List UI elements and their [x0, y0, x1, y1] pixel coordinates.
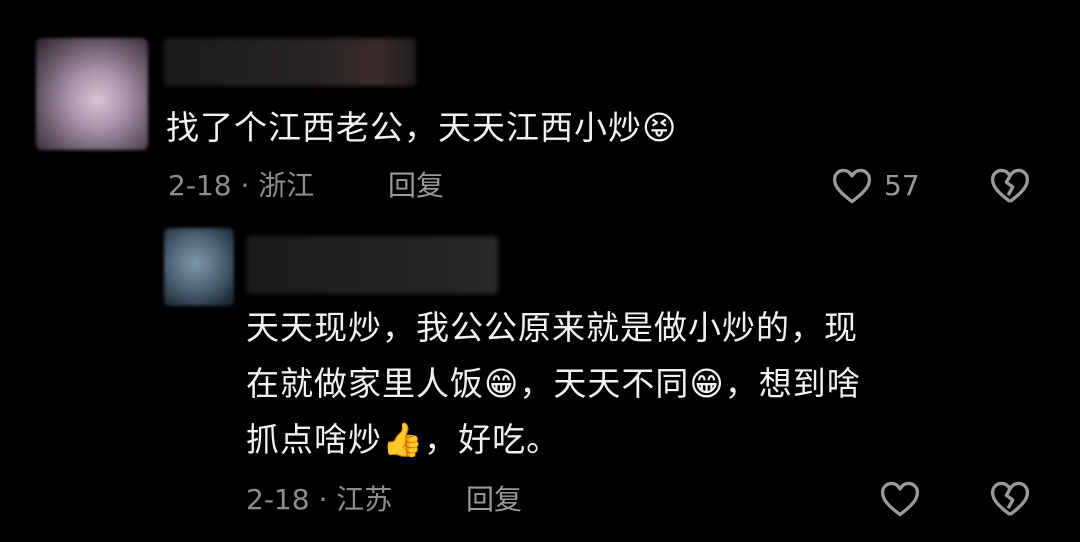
reply-comment-text: 天天现炒，我公公原来就是做小炒的，现 在就做家里人饭😁，天天不同😁，想到啥 抓点… [246, 308, 861, 459]
like-count: 57 [884, 169, 920, 202]
commenter-name-blurred[interactable] [164, 38, 416, 86]
heart-outline-icon[interactable] [878, 477, 922, 521]
reply-button[interactable]: 回复 [388, 166, 444, 206]
reply-commenter-name-blurred[interactable] [246, 236, 498, 294]
reply-commenter-avatar[interactable] [164, 228, 234, 306]
comment-date-location: 2-18 · 浙江 [168, 169, 315, 202]
broken-heart-icon[interactable] [988, 477, 1032, 521]
comment-text: 找了个江西老公，天天江西小炒😝 [166, 108, 678, 147]
commenter-avatar[interactable] [36, 38, 148, 150]
reply-button[interactable]: 回复 [466, 480, 522, 520]
broken-heart-icon[interactable] [988, 164, 1032, 208]
reply-date-location: 2-18 · 江苏 [246, 483, 393, 516]
heart-outline-icon[interactable] [830, 164, 874, 208]
